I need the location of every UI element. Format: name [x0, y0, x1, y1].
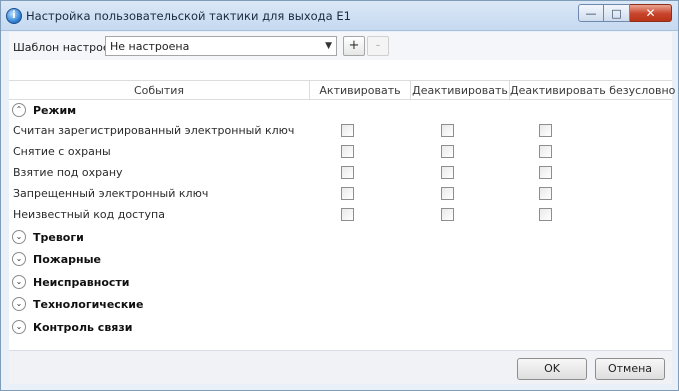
group-label: Режим	[33, 104, 77, 117]
column-header-deactivate[interactable]: Деактивировать	[410, 81, 509, 100]
activate-checkbox[interactable]	[341, 166, 354, 179]
event-label: Неизвестный код доступа	[13, 208, 165, 221]
group-label: Тревоги	[33, 231, 84, 244]
deactivate-unconditional-checkbox[interactable]	[539, 166, 552, 179]
event-label: Считан зарегистрированный электронный кл…	[13, 124, 295, 137]
group-label: Технологические	[33, 298, 144, 311]
minimize-button[interactable]: —	[578, 4, 604, 22]
group-header-technological[interactable]: ⌄ Технологические	[9, 294, 672, 314]
dialog-window: i Настройка пользовательской тактики для…	[0, 0, 679, 391]
add-template-button[interactable]: +	[343, 36, 365, 56]
group-label: Контроль связи	[33, 321, 133, 334]
event-row: Взятие под охрану	[9, 162, 672, 183]
template-select-value: Не настроена	[110, 40, 190, 53]
event-row: Снятие с охраны	[9, 141, 672, 162]
event-row: Запрещенный электронный ключ	[9, 183, 672, 204]
deactivate-unconditional-checkbox[interactable]	[539, 145, 552, 158]
chevron-down-icon[interactable]: ⌄	[12, 275, 26, 289]
deactivate-checkbox[interactable]	[441, 208, 454, 221]
title-bar[interactable]: i Настройка пользовательской тактики для…	[1, 1, 678, 31]
dialog-footer: OK Отмена	[9, 350, 672, 384]
chevron-down-icon[interactable]: ⌄	[12, 320, 26, 334]
window-controls: — □ ✕	[578, 4, 672, 22]
template-select[interactable]: Не настроена ▼	[105, 36, 337, 56]
deactivate-checkbox[interactable]	[441, 124, 454, 137]
deactivate-checkbox[interactable]	[441, 145, 454, 158]
column-header-activate[interactable]: Активировать	[309, 81, 410, 100]
event-label: Снятие с охраны	[13, 145, 111, 158]
close-icon: ✕	[645, 6, 656, 20]
group-label: Неисправности	[33, 276, 130, 289]
deactivate-checkbox[interactable]	[441, 166, 454, 179]
group-header-fire[interactable]: ⌄ Пожарные	[9, 249, 672, 269]
group-header-alarms[interactable]: ⌄ Тревоги	[9, 227, 672, 247]
grid-header: События Активировать Деактивировать Деак…	[9, 80, 675, 100]
chevron-down-icon[interactable]: ⌄	[12, 297, 26, 311]
event-row: Неизвестный код доступа	[9, 204, 672, 225]
chevron-down-icon: ▼	[325, 41, 332, 51]
deactivate-unconditional-checkbox[interactable]	[539, 187, 552, 200]
close-button[interactable]: ✕	[630, 4, 672, 22]
group-label: Пожарные	[33, 253, 102, 266]
activate-checkbox[interactable]	[341, 187, 354, 200]
chevron-down-icon[interactable]: ⌄	[12, 230, 26, 244]
maximize-icon: □	[611, 6, 622, 20]
template-label: Шаблон настроек	[13, 41, 117, 54]
app-icon: i	[6, 8, 22, 24]
group-header-connection-control[interactable]: ⌄ Контроль связи	[9, 317, 672, 337]
dialog-body: Шаблон настроек Не настроена ▼ + - Событ…	[9, 32, 675, 384]
cancel-button[interactable]: Отмена	[595, 358, 665, 380]
column-header-deactivate-unconditional[interactable]: Деактивировать безусловно	[509, 81, 675, 100]
activate-checkbox[interactable]	[341, 124, 354, 137]
chevron-down-icon[interactable]: ⌄	[12, 252, 26, 266]
activate-checkbox[interactable]	[341, 208, 354, 221]
template-toolbar: Шаблон настроек Не настроена ▼ + -	[9, 32, 672, 60]
column-header-events[interactable]: События	[9, 81, 309, 100]
window-title: Настройка пользовательской тактики для в…	[26, 9, 351, 23]
minimize-icon: —	[585, 6, 597, 20]
maximize-button[interactable]: □	[604, 4, 630, 22]
deactivate-checkbox[interactable]	[441, 187, 454, 200]
event-label: Запрещенный электронный ключ	[13, 187, 209, 200]
chevron-up-icon[interactable]: ⌃	[12, 103, 26, 117]
ok-button[interactable]: OK	[517, 358, 587, 380]
deactivate-unconditional-checkbox[interactable]	[539, 124, 552, 137]
event-label: Взятие под охрану	[13, 166, 123, 179]
event-row: Считан зарегистрированный электронный кл…	[9, 120, 672, 141]
activate-checkbox[interactable]	[341, 145, 354, 158]
remove-template-button[interactable]: -	[367, 36, 389, 56]
group-header-faults[interactable]: ⌄ Неисправности	[9, 272, 672, 292]
deactivate-unconditional-checkbox[interactable]	[539, 208, 552, 221]
group-header-mode[interactable]: ⌃ Режим	[9, 100, 672, 120]
